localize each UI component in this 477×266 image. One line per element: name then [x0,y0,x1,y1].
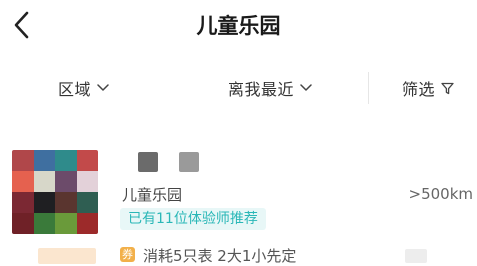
thumbnail-tile [12,150,34,171]
redacted-block [405,249,427,263]
chevron-down-icon [300,84,312,91]
thumbnail-tile [76,171,98,192]
filter-divider [368,72,369,104]
coupon-icon: 券 [120,247,135,262]
recommendation-badge: 已有11位体验师推荐 [120,208,266,230]
listing-thumbnail[interactable] [12,150,98,234]
promo-row: 券 消耗5只表 2大1小先定 [0,243,477,265]
redacted-title-block [138,152,158,172]
listing-distance: >500km [408,185,474,203]
promo-text: 消耗5只表 2大1小先定 [143,247,297,265]
chevron-down-icon [97,84,109,91]
listing-name: 儿童乐园 [122,186,183,204]
thumbnail-tile [12,213,34,234]
filter-nearest-dropdown[interactable]: 离我最近 [228,74,312,102]
page-title: 儿童乐园 [196,14,281,38]
header-bar: 儿童乐园 [0,0,477,50]
thumbnail-tile [33,192,55,213]
filter-area-dropdown[interactable]: 区域 [58,74,109,102]
filter-bar: 区域 离我最近 筛选 [0,66,477,110]
thumbnail-tile [12,192,34,213]
promo-tag [38,248,96,264]
listing-card[interactable]: 儿童乐园 >500km 已有11位体验师推荐 券 消耗5只表 2大1小先定 [0,130,477,265]
filter-area-label: 区域 [58,80,92,99]
filter-nearest-label: 离我最近 [228,80,295,99]
thumbnail-tile [76,192,98,213]
thumbnail-tile [55,213,77,234]
thumbnail-tile [55,171,77,192]
thumbnail-tile [76,213,98,234]
thumbnail-tile [76,150,98,171]
thumbnail-tile [55,150,77,171]
thumbnail-tile [33,171,55,192]
thumbnail-tile [33,150,55,171]
thumbnail-tile [12,171,34,192]
thumbnail-tile [55,192,77,213]
redacted-title-block [179,152,199,172]
filter-funnel-icon [441,82,454,94]
thumbnail-tile [33,213,55,234]
filter-label: 筛选 [402,80,436,99]
filter-button[interactable]: 筛选 [402,74,454,102]
